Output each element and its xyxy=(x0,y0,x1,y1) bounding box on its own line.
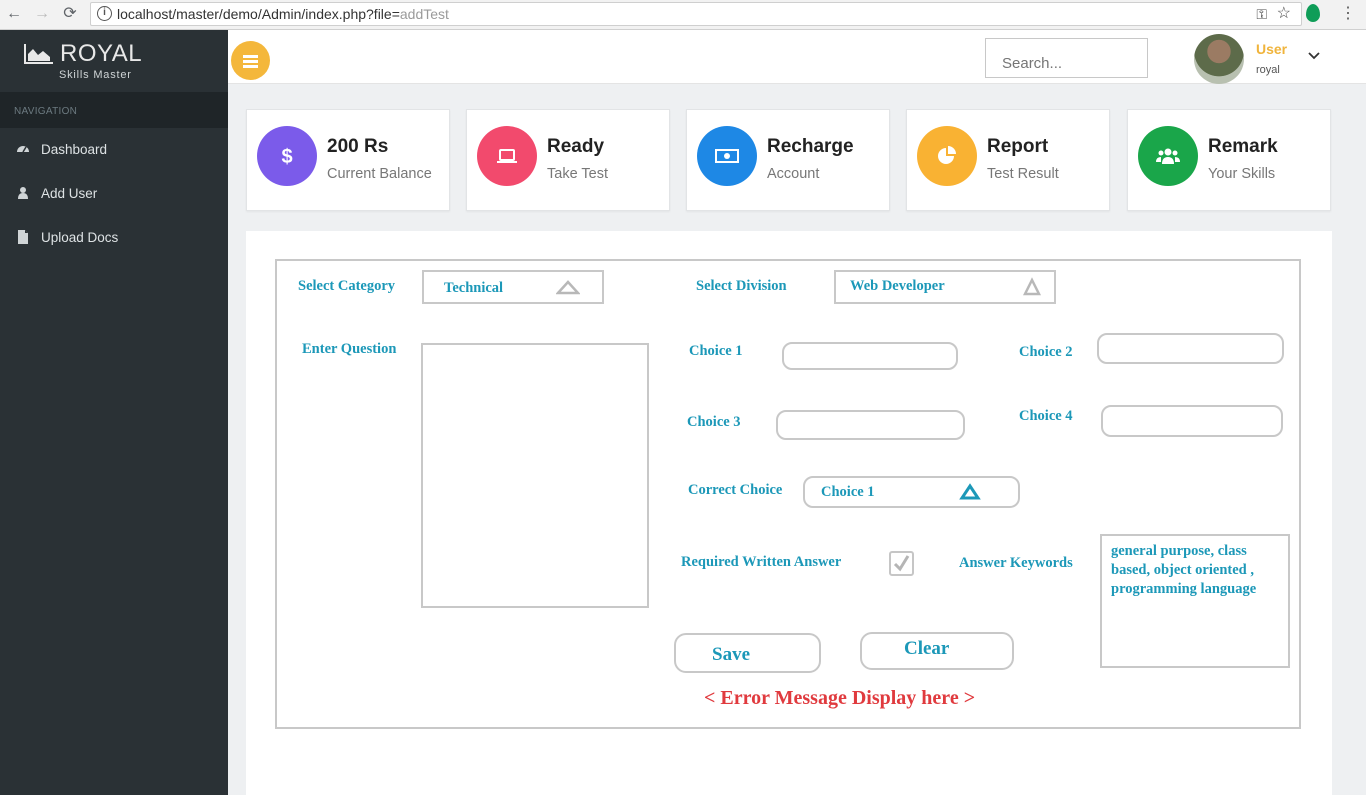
save-button[interactable]: Save xyxy=(674,633,821,673)
category-value: Technical xyxy=(444,280,504,296)
card-remark[interactable]: Remark Your Skills xyxy=(1127,109,1331,211)
keywords-label: Answer Keywords xyxy=(959,555,1073,571)
card-subtitle: Take Test xyxy=(547,166,608,182)
sidebar-item-add-user[interactable]: Add User xyxy=(0,172,228,216)
choice3-input[interactable] xyxy=(776,410,965,440)
choice1-input[interactable] xyxy=(782,342,958,370)
card-title: Recharge xyxy=(767,136,854,157)
checkmark-icon xyxy=(893,555,910,572)
sidebar: ROYAL Skills Master NAVIGATION Dashboard… xyxy=(0,30,228,795)
choice4-label: Choice 4 xyxy=(1019,408,1073,424)
user-name[interactable]: User xyxy=(1256,41,1287,57)
search-input[interactable] xyxy=(985,38,1148,78)
choice3-label: Choice 3 xyxy=(687,414,741,430)
sidebar-item-dashboard[interactable]: Dashboard xyxy=(0,128,228,172)
money-icon xyxy=(697,126,757,186)
brand-subtitle: Skills Master xyxy=(59,69,132,81)
info-icon[interactable]: i xyxy=(97,6,112,21)
card-title: 200 Rs xyxy=(327,136,389,157)
card-subtitle: Account xyxy=(767,166,820,182)
card-title: Ready xyxy=(547,136,605,157)
brand-title: ROYAL xyxy=(60,40,143,67)
bookmark-star-icon[interactable]: ☆ xyxy=(1277,3,1291,25)
laptop-icon xyxy=(477,126,537,186)
svg-text:$: $ xyxy=(281,146,292,168)
forward-arrow-icon[interactable]: → xyxy=(32,4,52,24)
back-arrow-icon[interactable]: ← xyxy=(4,4,24,24)
required-answer-label: Required Written Answer xyxy=(681,554,842,570)
category-select[interactable]: Technical xyxy=(422,270,604,304)
card-subtitle: Test Result xyxy=(987,166,1059,182)
key-icon[interactable]: ⚿ xyxy=(1256,3,1267,25)
error-message: < Error Message Display here > xyxy=(704,687,976,709)
sidebar-item-label: Dashboard xyxy=(41,142,108,157)
dashboard-icon xyxy=(17,146,29,153)
choice4-input[interactable] xyxy=(1101,405,1283,437)
chevron-down-icon[interactable] xyxy=(1308,50,1320,62)
brand[interactable]: ROYAL Skills Master xyxy=(0,30,228,92)
correct-choice-value: Choice 1 xyxy=(821,484,875,500)
save-button-label: Save xyxy=(712,644,750,665)
clear-button[interactable]: Clear xyxy=(860,632,1014,670)
choice2-label: Choice 2 xyxy=(1019,344,1073,360)
card-balance[interactable]: $ 200 Rs Current Balance xyxy=(246,109,450,211)
avatar[interactable] xyxy=(1194,34,1244,84)
clear-button-label: Clear xyxy=(904,638,950,659)
sidebar-item-label: Upload Docs xyxy=(41,230,119,245)
url-base: localhost/master/demo/Admin/index.php?fi… xyxy=(117,6,400,22)
division-select[interactable]: Web Developer xyxy=(834,270,1056,304)
card-take-test[interactable]: Ready Take Test xyxy=(466,109,670,211)
hamburger-menu-icon[interactable] xyxy=(231,41,270,80)
nav-heading: NAVIGATION xyxy=(0,92,228,128)
card-title: Remark xyxy=(1208,136,1278,157)
card-title: Report xyxy=(987,136,1049,157)
file-icon xyxy=(18,230,28,244)
card-subtitle: Current Balance xyxy=(327,166,432,182)
user-icon xyxy=(18,187,28,199)
division-value: Web Developer xyxy=(850,278,945,294)
choice2-input[interactable] xyxy=(1097,333,1284,364)
chart-logo-icon xyxy=(24,44,53,64)
triangle-up-icon xyxy=(556,280,580,295)
browser-menu-icon[interactable]: ⋮ xyxy=(1340,3,1356,23)
question-label: Enter Question xyxy=(302,341,397,357)
triangle-up-icon xyxy=(1022,277,1042,296)
user-subtitle: royal xyxy=(1256,64,1280,76)
pie-chart-icon xyxy=(917,126,977,186)
correct-choice-label: Correct Choice xyxy=(688,482,783,498)
triangle-up-icon xyxy=(959,483,981,500)
card-report[interactable]: Report Test Result xyxy=(906,109,1110,211)
extension-icon[interactable] xyxy=(1306,4,1320,22)
sidebar-item-upload-docs[interactable]: Upload Docs xyxy=(0,216,228,260)
top-header: User royal xyxy=(228,30,1366,84)
url-query: addTest xyxy=(399,6,449,22)
correct-choice-select[interactable]: Choice 1 xyxy=(803,476,1020,508)
reload-icon[interactable]: ⟳ xyxy=(60,4,80,24)
card-recharge[interactable]: Recharge Account xyxy=(686,109,890,211)
browser-toolbar: ← → ⟳ i localhost/master/demo/Admin/inde… xyxy=(0,0,1366,30)
category-label: Select Category xyxy=(298,278,396,294)
card-subtitle: Your Skills xyxy=(1208,166,1276,182)
address-bar[interactable]: i localhost/master/demo/Admin/index.php?… xyxy=(90,2,1302,26)
division-label: Select Division xyxy=(696,278,787,294)
keywords-value: general purpose, class based, object ori… xyxy=(1111,543,1257,597)
question-textarea[interactable] xyxy=(421,343,649,608)
choice1-label: Choice 1 xyxy=(689,343,743,359)
required-answer-checkbox[interactable] xyxy=(889,551,914,576)
dollar-icon: $ xyxy=(257,126,317,186)
users-icon xyxy=(1138,126,1198,186)
sidebar-item-label: Add User xyxy=(41,186,98,201)
